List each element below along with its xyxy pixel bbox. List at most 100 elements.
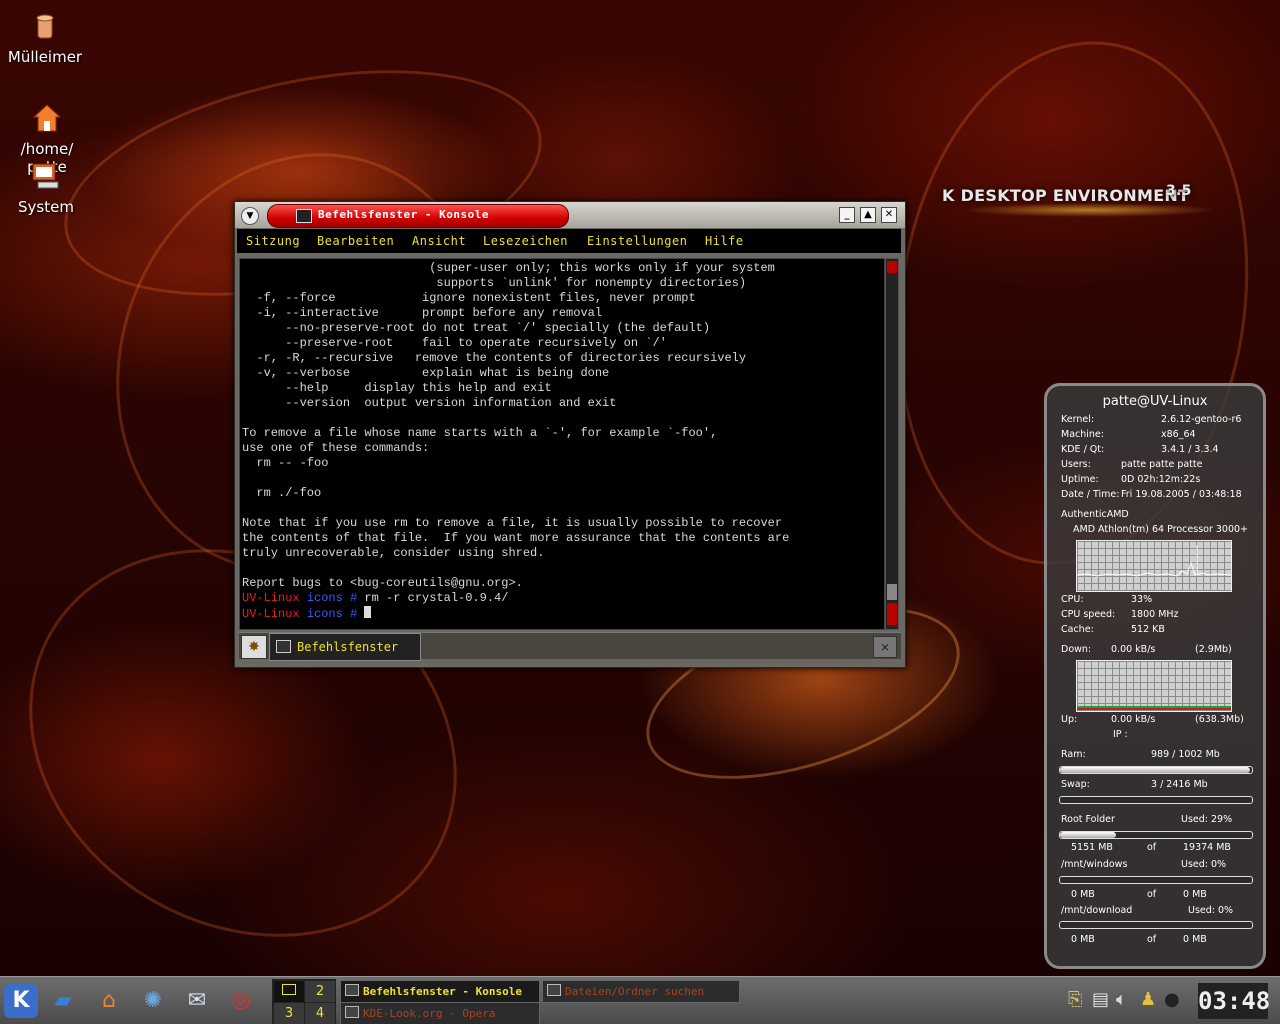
window-menu-button[interactable]: ▼ [241,207,259,225]
swap-row: Swap: 3 / 2416 Mb [1061,779,1257,792]
up-total: (638.3Mb) [1195,714,1244,725]
terminal-output[interactable]: (super-user only; this works only if you… [239,258,885,630]
kwallet-icon[interactable]: ♟ [1140,989,1156,1010]
disk-name: /mnt/windows [1061,859,1128,870]
pager-desktop-1[interactable] [273,980,305,1003]
cache-label: Cache: [1061,624,1094,635]
klipper-icon[interactable]: ⎘ [1068,989,1082,1010]
prompt-dir: icons # [306,607,358,621]
kpager-icon[interactable]: ▤ [1092,989,1109,1010]
taskbar: K ▰ ⌂ ✺ ✉ ◎ 2 3 4 Befehlsfenster - Konso… [0,976,1280,1024]
info-label: Machine: [1061,429,1104,440]
pager-desktop-3[interactable]: 3 [273,1002,305,1024]
prompt-host: UV-Linux [242,591,300,605]
info-row: Uptime: 0D 02h:12m:22s [1061,474,1257,487]
ram-bar [1059,766,1253,774]
info-value: patte patte patte [1121,459,1203,470]
info-value: x86_64 [1161,429,1196,440]
task-opera[interactable]: KDE-Look.org - Opera [340,1002,540,1024]
cache-value: 512 KB [1131,624,1165,635]
mail-icon[interactable]: ✉ [180,984,214,1018]
down-rate: 0.00 kB/s [1111,644,1156,655]
new-session-button[interactable]: ✸ [241,635,267,659]
session-tab[interactable]: Befehlsfenster [269,633,421,661]
down-row: Down: 0.00 kB/s (2.9Mb) [1061,644,1257,657]
desktop-icon-label: Mülleimer [7,48,83,66]
cache-row: Cache: 512 KB [1061,624,1257,637]
disk-of: of [1147,934,1157,945]
kde-brand-version: 3.5 [1166,183,1192,199]
window-titlebar[interactable]: ▼ Befehlsfenster - Konsole _ ▲ ✕ [235,202,905,228]
info-label: Date / Time: [1061,489,1120,500]
cpu-value: 33% [1131,594,1153,605]
swap-bar [1059,796,1253,804]
info-value: Fri 19.08.2005 / 03:48:18 [1121,489,1242,500]
konsole-window[interactable]: ▼ Befehlsfenster - Konsole _ ▲ ✕ Sitzung… [234,201,906,668]
disk-total-mb: 0 MB [1183,889,1207,900]
menu-sitzung[interactable]: Sitzung [246,234,300,248]
disk-total-mb: 0 MB [1183,934,1207,945]
task-konsole[interactable]: Befehlsfenster - Konsole [340,980,540,1003]
up-row: Up: 0.00 kB/s (638.3Mb) [1061,714,1257,727]
scroll-thumb[interactable] [887,584,897,600]
maximize-button[interactable]: ▲ [860,207,876,223]
info-label: KDE / Qt: [1061,444,1105,455]
volume-icon[interactable]: 🔈︎ [1116,989,1127,1010]
bomb-icon[interactable]: ● [1164,989,1180,1010]
system-desktop-icon[interactable]: System [1,160,91,216]
scroll-down-arrow[interactable] [887,603,897,625]
terminal-scrollbar[interactable] [885,258,899,630]
disk-used-mb: 0 MB [1071,934,1095,945]
clock[interactable]: 03:48 [1198,983,1270,1019]
home-icon[interactable]: ⌂ [92,984,126,1018]
disk-size-row: 0 MB of 0 MB [1061,934,1257,947]
minimize-button[interactable]: _ [839,207,855,223]
disk-bar-fill [1060,832,1116,838]
network-graph-line [1077,706,1231,710]
menu-bearbeiten[interactable]: Bearbeiten [317,234,394,248]
info-row: KDE / Qt: 3.4.1 / 3.3.4 [1061,444,1257,457]
task-find-files[interactable]: Dateien/Ordner suchen [542,980,740,1003]
disk-used: Used: 0% [1188,905,1234,916]
system-monitor-widget: patte@UV-Linux Kernel: 2.6.12-gentoo-r6 M… [1044,383,1266,969]
menu-hilfe[interactable]: Hilfe [705,234,744,248]
computer-icon [32,163,59,189]
system-tray: ⎘ ▤ 🔈︎ ♟ ● [1064,983,1194,1019]
task-label: KDE-Look.org - Opera [363,1007,496,1020]
cpu-graph-line [1076,545,1232,577]
window-title-pill: Befehlsfenster - Konsole [267,204,569,228]
disk-row: Root Folder Used: 29% [1061,814,1257,827]
terminal-icon [296,209,312,223]
disk-bar [1059,831,1253,839]
disk-used-mb: 5151 MB [1071,842,1113,853]
cpu-vendor: AuthenticAMD [1061,509,1129,520]
close-session-button[interactable]: ⨯ [873,636,897,658]
cpu-model: AMD Athlon(tm) 64 Processor 3000+ [1073,524,1249,535]
info-label: Users: [1061,459,1091,470]
disk-used-mb: 0 MB [1071,889,1095,900]
desktop-icon[interactable]: ▰ [46,984,80,1018]
swap-label: Swap: [1061,779,1090,790]
ram-bar-fill [1060,767,1250,773]
home-icon [32,104,62,132]
menu-ansicht[interactable]: Ansicht [412,234,466,248]
trash-desktop-icon[interactable]: Mülleimer [0,10,90,66]
konqueror-icon[interactable]: ✺ [136,984,170,1018]
help-lifebuoy-icon[interactable]: ◎ [224,984,258,1018]
disk-bar [1059,921,1253,929]
disk-of: of [1147,842,1157,853]
terminal-text: (super-user only; this works only if you… [242,261,790,621]
kde-menu-icon[interactable]: K [4,984,38,1018]
swap-value: 3 / 2416 Mb [1151,779,1208,790]
window-title: Befehlsfenster - Konsole [318,208,489,221]
menu-lesezeichen[interactable]: Lesezeichen [483,234,568,248]
pager-desktop-2[interactable]: 2 [304,980,336,1003]
network-graph [1076,660,1232,712]
ram-label: Ram: [1061,749,1086,760]
close-button[interactable]: ✕ [881,207,897,223]
menu-einstellungen[interactable]: Einstellungen [587,234,687,248]
disk-of: of [1147,889,1157,900]
scroll-up-arrow[interactable] [887,261,897,273]
monitor-hostname: patte@UV-Linux [1102,394,1208,409]
pager-desktop-4[interactable]: 4 [304,1002,336,1024]
